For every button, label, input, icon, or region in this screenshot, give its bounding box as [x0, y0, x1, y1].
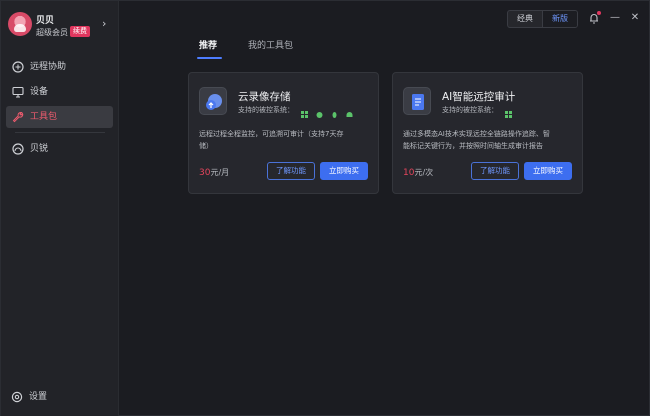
description-line: 远程过程全程监控，可追溯可审计（支持7天存: [199, 130, 344, 138]
os-icons: [301, 104, 356, 118]
toolbox-icon: [12, 112, 24, 123]
sidebar-item-label: 工具包: [30, 112, 58, 122]
member-level: 超级会员: [36, 28, 68, 37]
price-number: 30: [199, 168, 211, 178]
remote-assist-icon: [12, 61, 24, 73]
apple-icon: [316, 112, 323, 118]
os-icons: [505, 104, 515, 118]
active-tab-indicator: [197, 57, 222, 59]
sidebar: 贝贝 超级会员 续费 › 远程协助 设备 工具包 贝锐 设置: [1, 1, 119, 416]
card-description: 通过多模态AI技术实现远控全链路操作追踪、智 能标记关键行为，并按照时间轴生成审…: [403, 128, 550, 152]
price: 30元/月: [199, 167, 229, 178]
product-card-cloud-recording: 云录像存储 支持的被控系统： 远程过程全程监控，可追溯可审计（支持7天存 储） …: [188, 72, 379, 194]
windows-icon: [301, 111, 308, 118]
monitor-icon: [12, 86, 24, 98]
sidebar-item-label: 设备: [30, 87, 49, 97]
supported-os-label: 支持的被控系统：: [442, 106, 498, 114]
android-icon: [346, 112, 353, 117]
sidebar-item-oray[interactable]: 贝锐: [6, 138, 113, 160]
renew-button[interactable]: 续费: [70, 26, 90, 37]
close-button[interactable]: ✕: [628, 11, 642, 25]
sidebar-item-settings[interactable]: 设置: [11, 390, 47, 404]
description-line: 储）: [199, 142, 213, 150]
sidebar-item-label: 远程协助: [30, 62, 67, 72]
sidebar-item-devices[interactable]: 设备: [6, 81, 113, 103]
notification-dot: [597, 11, 601, 15]
price: 10元/次: [403, 167, 433, 178]
sidebar-item-toolbox[interactable]: 工具包: [6, 106, 113, 128]
avatar[interactable]: [8, 12, 32, 36]
price-unit: 元/月: [210, 168, 230, 177]
sidebar-item-label: 贝锐: [30, 144, 49, 154]
buy-now-button[interactable]: 立即购买: [524, 162, 572, 180]
mode-new-button[interactable]: 新版: [542, 11, 577, 27]
linux-icon: [332, 112, 337, 118]
description-line: 通过多模态AI技术实现远控全链路操作追踪、智: [403, 130, 550, 138]
user-name: 贝贝: [36, 16, 55, 26]
gear-icon: [11, 391, 23, 403]
supported-os-label: 支持的被控系统：: [238, 106, 294, 114]
windows-icon: [505, 111, 512, 118]
user-profile[interactable]: 贝贝 超级会员 续费 ›: [8, 11, 114, 41]
description-line: 能标记关键行为，并按照时间轴生成审计报告: [403, 142, 543, 150]
tab-my-toolbox[interactable]: 我的工具包: [248, 38, 293, 51]
card-title: AI智能远控审计: [442, 91, 516, 103]
oray-logo-icon: [12, 143, 24, 155]
document-icon: [403, 87, 431, 115]
card-description: 远程过程全程监控，可追溯可审计（支持7天存 储）: [199, 128, 343, 152]
product-card-ai-audit: AI智能远控审计 支持的被控系统： 通过多模态AI技术实现远控全链路操作追踪、智…: [392, 72, 583, 194]
tab-recommended[interactable]: 推荐: [199, 38, 217, 51]
divider: [15, 132, 105, 133]
price-unit: 元/次: [414, 168, 434, 177]
card-title: 云录像存储: [238, 91, 291, 103]
mode-switch: 经典 新版: [507, 10, 578, 28]
settings-label: 设置: [29, 392, 48, 402]
learn-more-button[interactable]: 了解功能: [471, 162, 519, 180]
cloud-upload-icon: [199, 87, 227, 115]
sidebar-item-remote-assist[interactable]: 远程协助: [6, 56, 113, 78]
chevron-right-icon[interactable]: ›: [102, 17, 106, 30]
mode-classic-button[interactable]: 经典: [508, 11, 542, 27]
learn-more-button[interactable]: 了解功能: [267, 162, 315, 180]
minimize-button[interactable]: —: [608, 11, 622, 25]
price-number: 10: [403, 168, 415, 178]
app-window: 贝贝 超级会员 续费 › 远程协助 设备 工具包 贝锐 设置 经典 新版 — ✕…: [0, 0, 650, 416]
buy-now-button[interactable]: 立即购买: [320, 162, 368, 180]
